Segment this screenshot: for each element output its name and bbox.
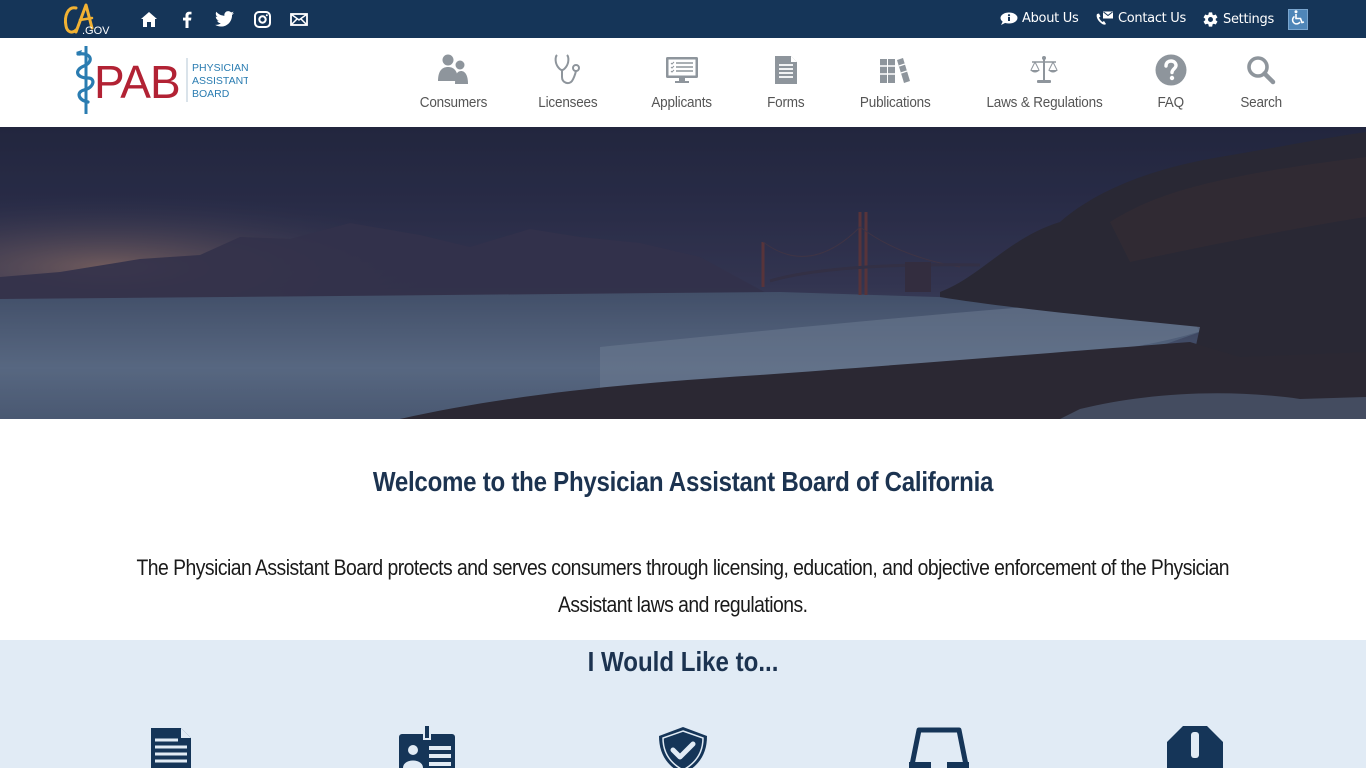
nav-label: Licensees — [538, 94, 598, 111]
stethoscope-icon — [553, 50, 583, 90]
phone-envelope-icon — [1095, 11, 1114, 26]
document-icon[interactable] — [151, 726, 191, 768]
inbox-tray-icon[interactable] — [909, 726, 969, 768]
pab-logo[interactable]: PAB PHYSICIAN ASSISTANT BOARD — [72, 44, 250, 116]
wheelchair-icon — [1291, 9, 1305, 30]
instagram-icon[interactable] — [252, 9, 272, 29]
nav-consumers[interactable]: Consumers — [413, 38, 493, 127]
shield-check-icon[interactable] — [657, 726, 709, 768]
nav-label: Search — [1240, 94, 1282, 111]
books-icon — [879, 50, 911, 90]
svg-text:PHYSICIAN: PHYSICIAN — [192, 62, 248, 74]
logo-letters: PAB — [94, 56, 180, 108]
nav-search[interactable]: Search — [1231, 38, 1291, 127]
people-icon — [436, 50, 470, 90]
contact-us-link[interactable]: Contact Us — [1095, 11, 1186, 26]
nav-label: Forms — [767, 94, 805, 111]
nav-label: Publications — [859, 94, 931, 111]
about-us-link[interactable]: About Us — [1000, 11, 1079, 26]
utility-bar: .GOV About Us Contact Us Settings — [0, 0, 1366, 38]
ca-gov-logo[interactable]: .GOV — [62, 2, 112, 37]
welcome-title: Welcome to the Physician Assistant Board… — [372, 466, 994, 497]
nav-applicants[interactable]: Applicants — [640, 38, 724, 127]
nav-faq[interactable]: FAQ — [1146, 38, 1196, 127]
magnifier-icon — [1246, 50, 1276, 90]
contact-us-label: Contact Us — [1118, 11, 1186, 26]
nav-licensees[interactable]: Licensees — [528, 38, 608, 127]
nav-laws-regulations[interactable]: Laws & Regulations — [982, 38, 1106, 127]
nav-label: Consumers — [419, 94, 487, 111]
svg-text:.GOV: .GOV — [82, 25, 110, 36]
svg-text:ASSISTANT: ASSISTANT — [192, 75, 248, 87]
octagon-alert-icon[interactable] — [1167, 726, 1223, 768]
facebook-icon[interactable] — [177, 9, 197, 29]
email-icon[interactable] — [289, 9, 309, 29]
twitter-icon[interactable] — [214, 9, 234, 29]
question-circle-icon — [1155, 50, 1187, 90]
info-bubble-icon — [1000, 12, 1018, 26]
welcome-description: The Physician Assistant Board protects a… — [50, 549, 1316, 623]
gear-icon — [1202, 11, 1219, 28]
scales-icon — [1029, 50, 1059, 90]
nav-forms[interactable]: Forms — [756, 38, 816, 127]
hero-banner — [0, 127, 1366, 419]
nav-label: Applicants — [651, 94, 713, 111]
svg-text:BOARD: BOARD — [192, 88, 230, 100]
monitor-checklist-icon — [665, 50, 699, 90]
home-icon[interactable] — [139, 9, 159, 29]
about-us-label: About Us — [1022, 11, 1079, 26]
i-would-like-to-section: I Would Like to... — [0, 640, 1366, 768]
hero-image — [0, 127, 1366, 419]
welcome-line-2: Assistant laws and regulations. — [558, 592, 808, 617]
document-icon — [774, 50, 798, 90]
nav-publications[interactable]: Publications — [850, 38, 940, 127]
settings-label: Settings — [1223, 12, 1274, 27]
settings-link[interactable]: Settings — [1202, 11, 1274, 28]
nav-label: Laws & Regulations — [985, 94, 1103, 111]
section-title: I Would Like to... — [587, 646, 779, 677]
nav-label: FAQ — [1157, 94, 1185, 111]
welcome-line-1: The Physician Assistant Board protects a… — [136, 555, 1230, 580]
site-header: PAB PHYSICIAN ASSISTANT BOARD Consumers … — [0, 38, 1366, 127]
accessibility-button[interactable] — [1288, 9, 1308, 30]
id-badge-icon[interactable] — [399, 726, 455, 768]
